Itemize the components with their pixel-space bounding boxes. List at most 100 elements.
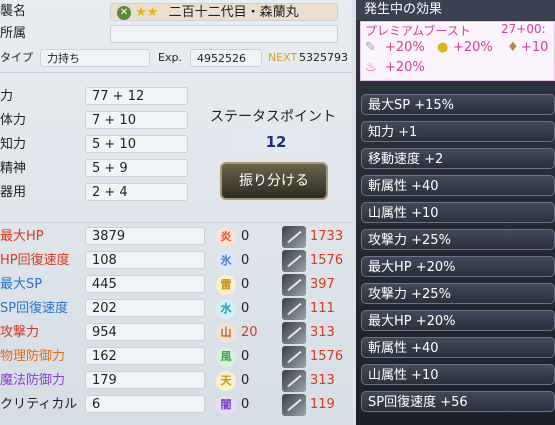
weapon-value: 397 xyxy=(310,277,335,292)
weapon-icon xyxy=(282,346,306,368)
premium-boost-box: プレミアムブースト 27+00: ✎ +20% ● +20% ♦ +10 ♨ +… xyxy=(360,21,555,81)
feather-icon: ✎ xyxy=(365,40,376,55)
mountain-element-icon: 山 xyxy=(216,323,236,343)
derived-label: SP回復速度 xyxy=(0,301,69,316)
element-value: 0 xyxy=(241,397,250,412)
derived-value: 202 xyxy=(85,299,205,317)
weapon-value: 119 xyxy=(310,397,335,412)
divider xyxy=(0,72,352,73)
divider xyxy=(0,222,352,223)
element-value: 20 xyxy=(241,325,258,340)
weapon-icon xyxy=(282,250,306,272)
effect-item: 知力 +1 xyxy=(361,121,555,142)
stat-label: 力 xyxy=(0,89,14,104)
fire-element-icon: 炎 xyxy=(216,227,236,247)
weapon-value: 1576 xyxy=(310,253,344,268)
stat-label: 器用 xyxy=(0,185,27,200)
weapon-icon xyxy=(282,298,306,320)
derived-label: 魔法防御力 xyxy=(0,373,66,388)
derived-label: 攻撃力 xyxy=(0,325,40,340)
rank-icon: ✕ xyxy=(117,5,131,20)
exp-label: Exp. xyxy=(158,51,182,64)
effect-item: 山属性 +10 xyxy=(361,202,555,223)
element-value: 0 xyxy=(241,301,250,316)
affiliation-field xyxy=(110,25,338,43)
star-icon: ★★ xyxy=(135,5,159,20)
type-label: タイプ xyxy=(0,51,33,64)
affiliation-label: 所属 xyxy=(0,26,27,41)
stat-value: 5 + 10 xyxy=(85,135,188,153)
stat-label: 精神 xyxy=(0,161,27,176)
premium-label: プレミアムブースト xyxy=(365,24,471,38)
derived-label: HP回復速度 xyxy=(0,253,70,268)
premium-timer: 27+00: xyxy=(501,22,546,36)
weapon-icon xyxy=(282,370,306,392)
coin-icon: ● xyxy=(437,40,449,55)
element-value: 0 xyxy=(241,277,250,292)
stat-value: 7 + 10 xyxy=(85,111,188,129)
dark-element-icon: 闇 xyxy=(216,395,236,415)
derived-label: 物理防御力 xyxy=(0,349,66,364)
name-value: 二百十二代目・森蘭丸 xyxy=(168,5,299,20)
derived-label: 最大SP xyxy=(0,277,43,292)
effect-item: 最大HP +20% xyxy=(361,310,555,331)
derived-value: 954 xyxy=(85,323,205,341)
element-value: 0 xyxy=(241,253,250,268)
stat-label: 体力 xyxy=(0,113,27,128)
stat-label: 知力 xyxy=(0,137,27,152)
status-points-label: ステータスポイント xyxy=(210,109,336,125)
effects-title: 発生中の効果 xyxy=(356,0,555,20)
derived-value: 108 xyxy=(85,251,205,269)
next-value: 5325793 xyxy=(299,51,348,64)
exp-value: 4952526 xyxy=(190,49,262,67)
weapon-value: 1576 xyxy=(310,349,344,364)
weapon-value: 111 xyxy=(310,301,335,316)
element-value: 0 xyxy=(241,349,250,364)
bag-icon: ♦ xyxy=(507,40,519,55)
name-field: ✕ ★★ 二百十二代目・森蘭丸 xyxy=(110,3,338,21)
derived-value: 445 xyxy=(85,275,205,293)
weapon-icon xyxy=(282,394,306,416)
stat-value: 2 + 4 xyxy=(85,183,188,201)
weapon-icon xyxy=(282,322,306,344)
derived-value: 162 xyxy=(85,347,205,365)
effect-item: 山属性 +10 xyxy=(361,364,555,385)
boost-value: +20% xyxy=(385,60,425,75)
effect-item: 最大SP +15% xyxy=(361,94,555,115)
effect-item: 移動速度 +2 xyxy=(361,148,555,169)
meat-icon: ♨ xyxy=(365,60,377,75)
effect-item: 斬属性 +40 xyxy=(361,337,555,358)
effect-item: SP回復速度 +56 xyxy=(361,391,555,412)
boost-value: +20% xyxy=(453,40,493,55)
weapon-value: 313 xyxy=(310,325,335,340)
thunder-element-icon: 雷 xyxy=(216,275,236,295)
element-value: 0 xyxy=(241,229,250,244)
boost-value: +20% xyxy=(385,40,425,55)
derived-value: 3879 xyxy=(85,227,205,245)
effect-item: 斬属性 +40 xyxy=(361,175,555,196)
boost-value: +10 xyxy=(521,40,549,55)
derived-label: クリティカル xyxy=(0,397,78,412)
next-label: NEXT xyxy=(268,51,298,64)
effect-item: 最大HP +20% xyxy=(361,256,555,277)
name-label: 襲名 xyxy=(0,4,27,19)
allocate-button[interactable]: 振り分ける xyxy=(220,162,328,200)
stat-value: 77 + 12 xyxy=(85,87,188,105)
derived-label: 最大HP xyxy=(0,229,44,244)
water-element-icon: 水 xyxy=(216,299,236,319)
ice-element-icon: 氷 xyxy=(216,251,236,271)
status-points-value: 12 xyxy=(232,132,320,152)
heaven-element-icon: 天 xyxy=(216,371,236,391)
type-value: 力持ち xyxy=(40,49,150,67)
derived-value: 6 xyxy=(85,395,205,413)
status-panel: 襲名 ✕ ★★ 二百十二代目・森蘭丸 所属 タイプ 力持ち Exp. 49525… xyxy=(0,0,352,425)
effect-item: 攻撃力 +25% xyxy=(361,229,555,250)
effect-item: 攻撃力 +25% xyxy=(361,283,555,304)
element-value: 0 xyxy=(241,373,250,388)
derived-value: 179 xyxy=(85,371,205,389)
weapon-value: 1733 xyxy=(310,229,344,244)
weapon-value: 313 xyxy=(310,373,335,388)
wind-element-icon: 風 xyxy=(216,347,236,367)
stat-value: 5 + 9 xyxy=(85,159,188,177)
weapon-icon xyxy=(282,274,306,296)
